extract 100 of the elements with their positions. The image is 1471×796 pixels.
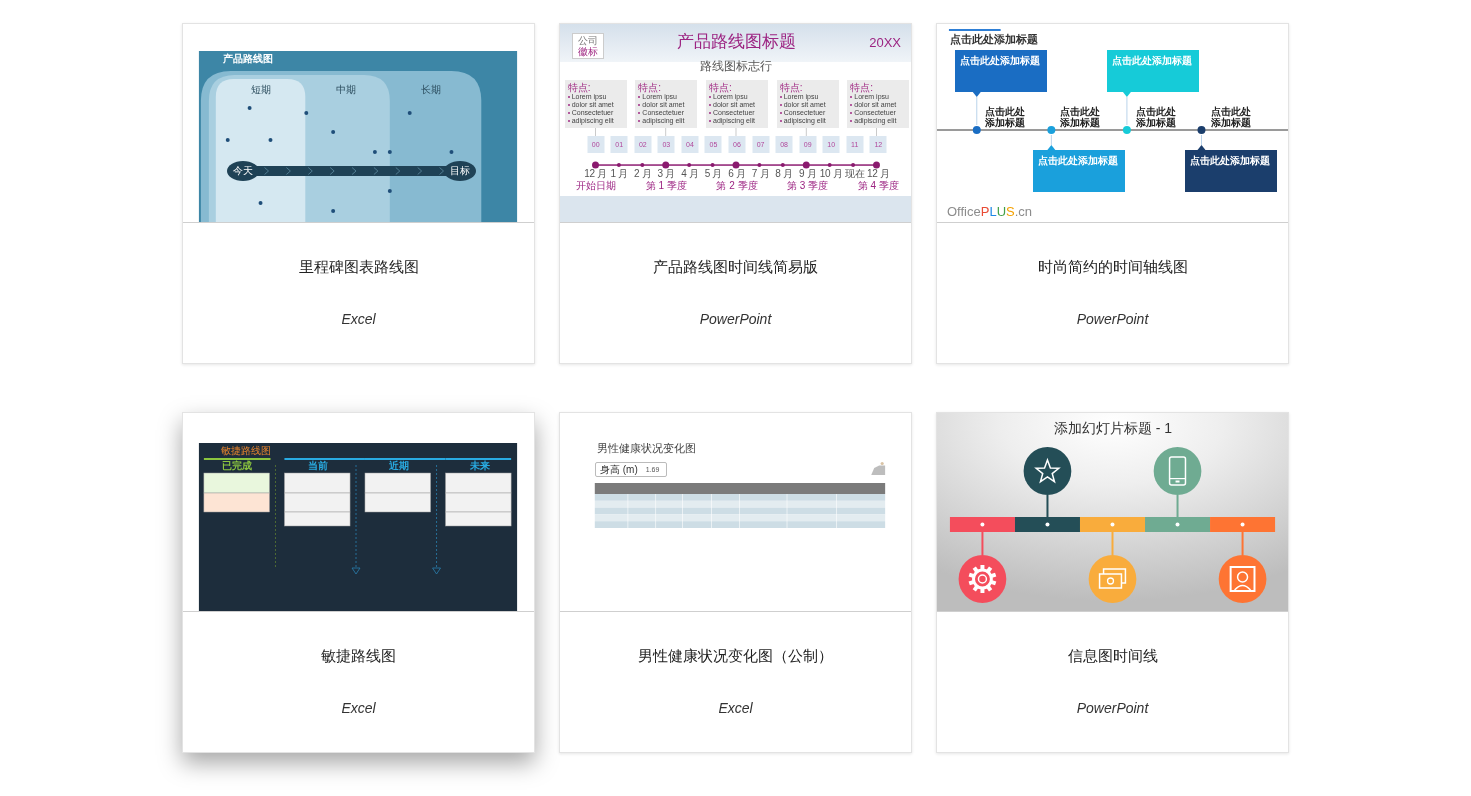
milestone-dot: [387, 189, 392, 193]
app-name: PowerPoint: [699, 310, 772, 329]
timeline-label: 点击此处添加标题: [1060, 106, 1101, 128]
timeline-dot: [851, 163, 856, 167]
column-heading: 当前: [308, 461, 328, 471]
month-label: 3 月: [657, 169, 676, 179]
milestone-dot: [268, 138, 273, 142]
connector-line: [1046, 495, 1049, 517]
slide-title: 产品路线图: [223, 54, 273, 64]
segment-dot: [980, 522, 985, 527]
milestone-dot: [331, 209, 336, 213]
template-title[interactable]: 时尚简约的时间轴线图: [1037, 257, 1188, 277]
callout-title: 点击此处添加标题: [1112, 56, 1192, 66]
quarter-label: 第 3 季度: [787, 181, 829, 191]
timeline-dot: [732, 161, 740, 169]
timeline-dot: [687, 163, 692, 167]
timeline-dot: [873, 161, 880, 169]
slide-title: 敏捷路线图: [221, 446, 271, 456]
timeline-dot: [710, 163, 715, 167]
template-title[interactable]: 男性健康状况变化图（公制）: [638, 646, 833, 666]
year-label: 20XX: [869, 36, 901, 49]
template-title[interactable]: 敏捷路线图: [321, 646, 396, 666]
timeline-label: 点击此处添加标题: [1136, 106, 1177, 128]
month-label: 10 月: [819, 169, 843, 179]
template-title[interactable]: 里程碑图表路线图: [298, 257, 419, 277]
app-name: PowerPoint: [1076, 699, 1149, 718]
phase-heading: 中期: [336, 85, 356, 95]
logo-caption: 公司: [578, 35, 598, 46]
feature-heading: 特点:: [779, 82, 803, 93]
month-label: 12 月: [584, 169, 608, 179]
milestone-dot: [372, 150, 377, 154]
phone-icon: [1153, 447, 1202, 495]
timeline-dot: [640, 163, 645, 167]
feature-heading: 特点:: [638, 82, 662, 93]
quarter-label: 第 1 季度: [645, 181, 687, 191]
month-label: 5 月: [704, 169, 723, 179]
milestone-dot: [449, 150, 454, 154]
phase-heading: 长期: [421, 85, 441, 95]
app-name: Excel: [718, 699, 753, 718]
milestone-dot: [247, 106, 252, 110]
month-label: 6 月: [728, 169, 746, 179]
accent-line: [948, 29, 1001, 31]
timeline-dot: [592, 161, 599, 169]
phase-heading: 短期: [251, 85, 271, 95]
callout-title: 点击此处添加标题: [1190, 156, 1270, 166]
gear-icon: [958, 555, 1007, 603]
portrait-icon: [1218, 555, 1267, 603]
slide-title: 点击此处添加标题: [950, 34, 1038, 45]
timeline-dot: [827, 163, 832, 167]
column-heading: 未来: [470, 461, 490, 471]
month-label: 8 月: [775, 169, 793, 179]
segment-dot: [1240, 522, 1245, 527]
column-heading: 近期: [389, 461, 409, 471]
slide-subtitle: 路线图标志行: [700, 60, 772, 72]
feature-heading: 特点:: [567, 82, 591, 93]
month-label: 现在: [845, 169, 865, 179]
connector-line: [595, 128, 596, 136]
feature-heading: 特点:: [709, 82, 732, 93]
figure-icon: [871, 461, 886, 475]
month-label: 7 月: [751, 169, 770, 179]
quarter-label: 第 2 季度: [716, 181, 758, 191]
month-label: 2 月: [634, 169, 652, 179]
connector-line: [981, 532, 984, 555]
brand-logo: OfficePLUS.cn: [947, 205, 1033, 218]
milestone-dot: [258, 201, 263, 205]
quarter-label: 开始日期: [575, 181, 616, 191]
quarter-label: 第 4 季度: [857, 181, 899, 191]
app-name: Excel: [341, 699, 376, 718]
connector-line: [805, 128, 807, 136]
template-title[interactable]: 产品路线图时间线简易版: [653, 257, 818, 277]
segment-dot: [1045, 522, 1050, 527]
segment-dot: [1175, 522, 1180, 527]
timeline-label: 点击此处添加标题: [1211, 106, 1252, 128]
timeline-dot: [662, 161, 670, 169]
logo-text: 徽标: [578, 46, 598, 57]
month-label: 9 月: [798, 169, 817, 179]
slide-title: 产品路线图标题: [676, 33, 796, 50]
connector-line: [1111, 532, 1114, 555]
connector-line: [1241, 532, 1244, 555]
milestone-dot: [304, 111, 309, 115]
segment-dot: [1110, 522, 1115, 527]
feature-heading: 特点:: [850, 82, 874, 93]
timeline-dot: [802, 161, 810, 169]
timeline-dot: [780, 163, 785, 167]
slide-title: 男性健康状况变化图: [597, 443, 696, 454]
timeline-label: 点击此处添加标题: [985, 106, 1026, 128]
template-title[interactable]: 信息图时间线: [1067, 646, 1158, 666]
column-heading: 已完成: [222, 461, 252, 471]
field-label: 身高 (m): [600, 464, 638, 475]
banknote-icon: [1088, 555, 1137, 603]
timeline-dot: [616, 163, 621, 167]
slide-title: 添加幻灯片标题 - 1: [1053, 421, 1173, 435]
milestone-dot: [387, 150, 392, 154]
app-name: Excel: [341, 310, 376, 329]
timeline-dot: [757, 163, 762, 167]
callout-title: 点击此处添加标题: [1038, 156, 1118, 166]
connector-line: [876, 128, 877, 136]
month-label: 4 月: [681, 169, 699, 179]
milestone-dot: [225, 138, 230, 142]
connector-line: [1176, 495, 1179, 517]
